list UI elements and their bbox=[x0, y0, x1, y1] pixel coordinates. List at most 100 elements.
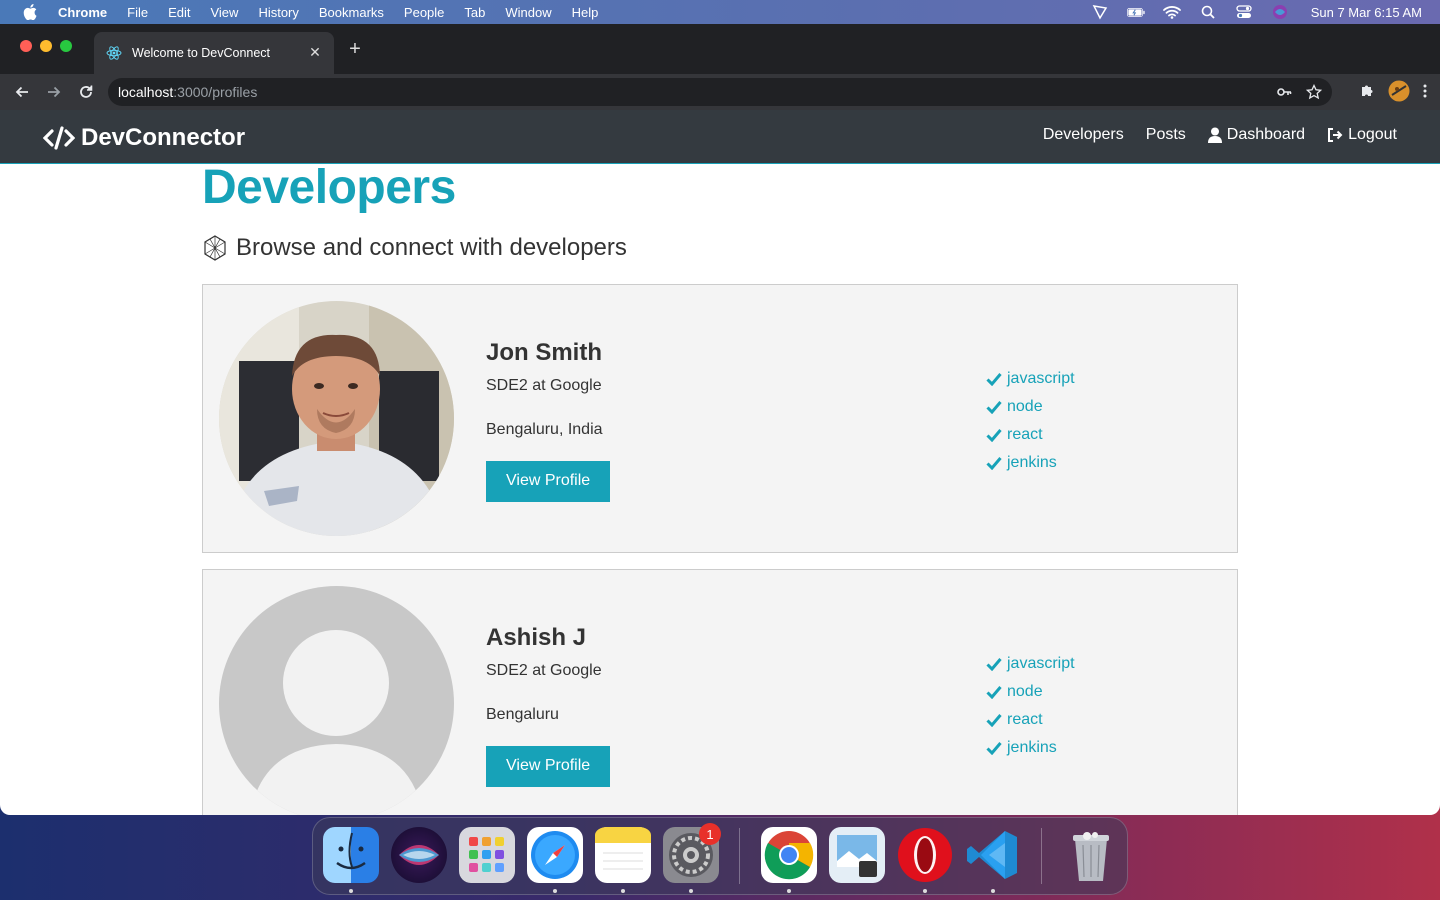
react-favicon-icon bbox=[106, 46, 122, 60]
app-navbar: DevConnector Developers Posts Dashboard … bbox=[0, 110, 1440, 164]
menu-app-name[interactable]: Chrome bbox=[58, 5, 107, 20]
profile-status: SDE2 at Google bbox=[486, 662, 602, 679]
running-indicator bbox=[991, 889, 995, 893]
bookmark-star-icon[interactable] bbox=[1305, 83, 1323, 103]
skill-item: javascript bbox=[986, 365, 1075, 393]
url-host: localhost bbox=[118, 84, 174, 100]
chrome-icon[interactable] bbox=[761, 827, 817, 883]
check-icon bbox=[986, 686, 1002, 699]
menu-edit[interactable]: Edit bbox=[168, 5, 190, 20]
macos-dock: 1 bbox=[312, 817, 1128, 895]
tab-title: Welcome to DevConnect bbox=[132, 46, 271, 60]
menu-file[interactable]: File bbox=[127, 5, 148, 20]
back-icon[interactable] bbox=[12, 82, 32, 102]
password-key-icon[interactable] bbox=[1276, 84, 1292, 103]
skill-label: jenkins bbox=[1007, 454, 1057, 471]
menu-people[interactable]: People bbox=[404, 5, 444, 20]
menu-help[interactable]: Help bbox=[572, 5, 599, 20]
spotlight-search-icon[interactable] bbox=[1199, 5, 1217, 19]
profiles-list: Jon Smith SDE2 at Google Bengaluru, Indi… bbox=[202, 284, 1238, 815]
minimize-window-button[interactable] bbox=[40, 40, 52, 52]
profile-avatar-photo bbox=[219, 301, 454, 536]
browser-window: Welcome to DevConnect ✕ + localhost:3000… bbox=[0, 24, 1440, 815]
profile-name: Ashish J bbox=[486, 624, 587, 651]
preview-icon[interactable] bbox=[829, 827, 885, 883]
view-profile-button[interactable]: View Profile bbox=[486, 746, 611, 787]
notification-badge: 1 bbox=[699, 823, 721, 845]
menu-tab[interactable]: Tab bbox=[464, 5, 485, 20]
nav-dashboard-link[interactable]: Dashboard bbox=[1207, 126, 1306, 144]
trash-icon[interactable] bbox=[1063, 827, 1119, 883]
skill-label: javascript bbox=[1007, 370, 1075, 387]
view-profile-button[interactable]: View Profile bbox=[486, 461, 611, 502]
finder-icon[interactable] bbox=[323, 827, 379, 883]
dock-separator bbox=[1041, 828, 1042, 884]
dock-separator bbox=[739, 828, 740, 884]
control-center-icon[interactable] bbox=[1235, 5, 1253, 19]
nav-logout-link[interactable]: Logout bbox=[1327, 126, 1397, 144]
skill-label: node bbox=[1007, 398, 1043, 415]
safari-icon[interactable] bbox=[527, 827, 583, 883]
chrome-menu-icon[interactable] bbox=[1422, 83, 1428, 104]
menu-history[interactable]: History bbox=[258, 5, 298, 20]
profile-name: Jon Smith bbox=[486, 339, 603, 366]
connectdevelop-icon bbox=[204, 235, 226, 261]
skill-item: jenkins bbox=[986, 449, 1075, 477]
skill-item: node bbox=[986, 393, 1075, 421]
check-icon bbox=[986, 742, 1002, 755]
skill-label: react bbox=[1007, 426, 1043, 443]
wifi-icon[interactable] bbox=[1162, 5, 1181, 19]
main-content: Developers Browse and connect with devel… bbox=[202, 164, 1238, 815]
tab-strip: Welcome to DevConnect ✕ + bbox=[0, 24, 1440, 74]
apple-menu-icon[interactable] bbox=[20, 2, 40, 22]
check-icon bbox=[986, 658, 1002, 671]
brand-logo[interactable]: DevConnector bbox=[43, 124, 245, 152]
notes-icon[interactable] bbox=[595, 827, 651, 883]
reload-icon[interactable] bbox=[76, 82, 96, 102]
running-indicator bbox=[787, 889, 791, 893]
close-window-button[interactable] bbox=[20, 40, 32, 52]
zoom-window-button[interactable] bbox=[60, 40, 72, 52]
skills-list: javascript node react jenkins bbox=[986, 650, 1075, 762]
profile-location: Bengaluru bbox=[486, 706, 559, 723]
siri-menubar-icon[interactable] bbox=[1271, 5, 1289, 19]
skill-item: node bbox=[986, 678, 1075, 706]
running-indicator bbox=[621, 889, 625, 893]
check-icon bbox=[986, 457, 1002, 470]
check-icon bbox=[986, 401, 1002, 414]
running-indicator bbox=[923, 889, 927, 893]
new-tab-icon[interactable]: + bbox=[344, 38, 366, 61]
nav-developers-link[interactable]: Developers bbox=[1043, 126, 1124, 144]
browser-tab-active[interactable]: Welcome to DevConnect ✕ bbox=[94, 32, 334, 74]
skill-label: node bbox=[1007, 683, 1043, 700]
window-controls bbox=[20, 40, 72, 52]
profile-status: SDE2 at Google bbox=[486, 377, 602, 394]
skill-label: jenkins bbox=[1007, 739, 1057, 756]
profile-location: Bengaluru, India bbox=[486, 421, 603, 438]
battery-icon[interactable] bbox=[1126, 5, 1145, 19]
lead-text: Browse and connect with developers bbox=[236, 234, 627, 261]
vpn-icon[interactable] bbox=[1091, 5, 1109, 20]
opera-icon[interactable] bbox=[897, 827, 953, 883]
forward-icon[interactable] bbox=[44, 82, 64, 102]
nav-posts-link[interactable]: Posts bbox=[1146, 126, 1186, 144]
menu-view[interactable]: View bbox=[210, 5, 238, 20]
menu-bookmarks[interactable]: Bookmarks bbox=[319, 5, 384, 20]
profile-info: Ashish J SDE2 at Google Bengaluru View P… bbox=[486, 624, 611, 787]
nav-dashboard-label: Dashboard bbox=[1226, 126, 1306, 143]
launchpad-icon[interactable] bbox=[459, 827, 515, 883]
check-icon bbox=[986, 429, 1002, 442]
siri-icon[interactable] bbox=[391, 827, 447, 883]
macos-menubar: Chrome File Edit View History Bookmarks … bbox=[0, 0, 1440, 24]
vscode-icon[interactable] bbox=[965, 827, 1021, 883]
profile-info: Jon Smith SDE2 at Google Bengaluru, Indi… bbox=[486, 339, 611, 502]
menu-window[interactable]: Window bbox=[505, 5, 551, 20]
address-bar[interactable]: localhost:3000/profiles bbox=[108, 78, 1332, 148]
menubar-clock[interactable]: Sun 7 Mar 6:15 AM bbox=[1311, 5, 1422, 20]
running-indicator bbox=[553, 889, 557, 893]
skill-label: react bbox=[1007, 711, 1043, 728]
profile-avatar-icon[interactable] bbox=[1388, 80, 1410, 107]
nav-logout-label: Logout bbox=[1348, 126, 1397, 143]
extensions-puzzle-icon[interactable] bbox=[1360, 83, 1376, 104]
close-tab-icon[interactable]: ✕ bbox=[306, 44, 324, 61]
